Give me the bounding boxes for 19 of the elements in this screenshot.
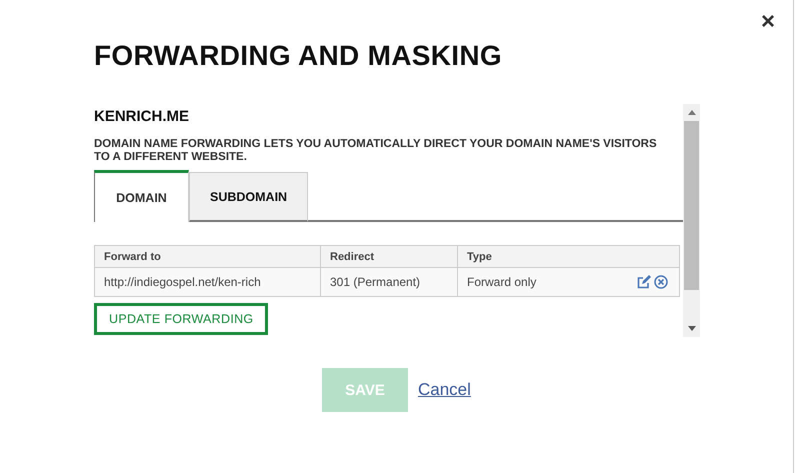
column-header: Type — [458, 246, 680, 268]
close-button[interactable]: × — [756, 10, 779, 34]
tab[interactable]: SUBDOMAIN — [189, 172, 308, 222]
scroll-up-icon[interactable] — [688, 110, 696, 115]
update-forwarding-button[interactable]: UPDATE FORWARDING — [94, 303, 268, 335]
remove-icon[interactable] — [654, 275, 668, 289]
description-text: DOMAIN NAME FORWARDING LETS YOU AUTOMATICALLY DIRECT YOUR DOMAIN NAME'S VISITORS TO A DIFFERENT WEBSITE. — [94, 138, 658, 164]
table-cell: http://indiegospel.net/ken-rich — [94, 268, 320, 296]
column-header: Redirect — [320, 246, 458, 268]
table-cell: Forward only — [467, 275, 536, 289]
domain-name: KENRICH.ME — [94, 108, 190, 125]
cancel-link[interactable]: Cancel — [418, 380, 471, 400]
column-header: Forward to — [94, 246, 320, 268]
scrollbar[interactable] — [683, 104, 700, 337]
tab[interactable]: DOMAIN — [94, 170, 189, 222]
dialog-title: FORWARDING AND MASKING — [94, 40, 503, 72]
scroll-down-icon[interactable] — [688, 326, 696, 331]
edit-icon[interactable] — [637, 275, 651, 289]
table-cell: 301 (Permanent) — [320, 268, 458, 296]
